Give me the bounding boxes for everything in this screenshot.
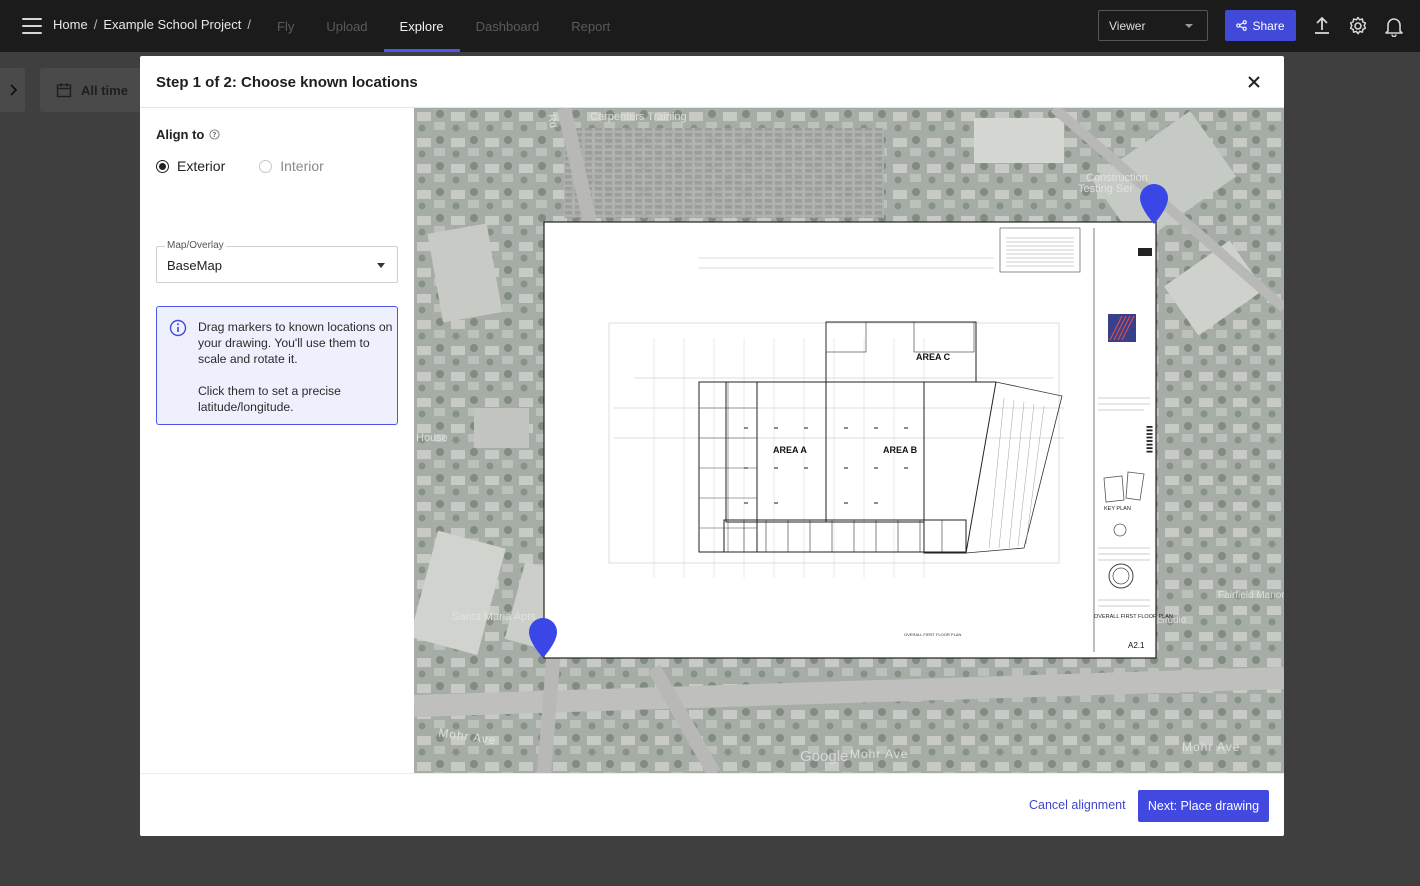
tab-report[interactable]: Report [555,0,626,52]
align-radio-group: Exterior Interior [156,158,324,174]
exterior-label: Exterior [177,158,226,174]
breadcrumb-separator: / [247,17,251,32]
area-b-label: AREA B [883,445,918,455]
viewer-select-value: Viewer [1109,18,1146,33]
exterior-radio[interactable]: Exterior [156,158,225,174]
instruction-drag: Drag markers to known locations on your … [198,320,393,366]
interior-label: Interior [280,158,324,174]
menu-icon[interactable] [22,17,42,35]
instruction-callout: Drag markers to known locations on your … [156,306,398,425]
satellite-map[interactable]: Rd Carpenters Training Construction Test… [414,108,1284,773]
title-stamp [1108,314,1136,342]
breadcrumb-home[interactable]: Home [53,17,88,32]
tab-fly[interactable]: Fly [261,0,310,52]
gear-icon[interactable] [1347,15,1369,37]
breadcrumb: Home / Example School Project / [53,17,251,32]
cancel-alignment-button[interactable]: Cancel alignment [1029,798,1126,812]
next-place-drawing-button[interactable]: Next: Place drawing [1138,790,1269,822]
radio-indicator [259,159,273,173]
dialog-title: Step 1 of 2: Choose known locations [156,74,418,91]
map-overlay-label: Map/Overlay [165,240,226,251]
vertical-title: ▌▌▌▌▌▌▌▌ [1146,426,1153,454]
sheet-title: OVERALL FIRST FLOOR PLAN [1094,614,1173,620]
dialog-header: Step 1 of 2: Choose known locations [140,56,1284,108]
alignment-options-panel: Align to ? Exterior Interior Map/Overlay… [140,108,414,773]
date-filter-label: All time [81,82,128,98]
breadcrumb-project[interactable]: Example School Project [103,17,241,32]
expand-sidebar-button[interactable] [0,68,25,112]
date-filter-button[interactable]: All time [40,68,150,112]
breadcrumb-separator: / [93,17,98,32]
bell-icon[interactable] [1383,15,1405,37]
sheet-number: A2.1 [1128,641,1145,650]
area-a-label: AREA A [773,445,807,455]
tab-upload[interactable]: Upload [310,0,383,52]
top-navigation-bar: Home / Example School Project / Fly Uplo… [0,0,1420,52]
alignment-dialog: Step 1 of 2: Choose known locations Alig… [140,56,1284,836]
map-canvas[interactable]: Rd Carpenters Training Construction Test… [414,108,1284,773]
radio-indicator [156,159,169,173]
svg-text:?: ? [213,131,217,139]
upload-icon[interactable] [1311,15,1333,37]
tab-dashboard[interactable]: Dashboard [460,0,556,52]
instruction-text: Drag markers to known locations on your … [198,319,394,415]
logo-block [1138,248,1152,256]
share-button[interactable]: Share [1225,10,1296,41]
help-icon[interactable]: ? [209,129,220,140]
align-to-label: Align to ? [156,127,220,142]
share-icon [1236,20,1248,31]
key-plan-label: KEY PLAN [1104,506,1131,512]
chevron-right-icon [9,84,17,96]
main-tabs: Fly Upload Explore Dashboard Report [261,0,626,52]
map-overlay-value: BaseMap [167,258,222,273]
area-c-label: AREA C [916,352,951,362]
drawing-sheet [543,221,1157,659]
chevron-down-icon [1185,24,1193,28]
share-label: Share [1252,18,1285,33]
calendar-icon [56,83,72,98]
align-to-text: Align to [156,127,205,142]
close-icon[interactable] [1244,72,1264,92]
chevron-down-icon [377,263,385,268]
instruction-click: Click them to set a precise latitude/lon… [198,384,341,414]
viewer-select[interactable]: Viewer [1098,10,1208,41]
dialog-footer: Cancel alignment Next: Place drawing [140,773,1284,836]
map-overlay-select[interactable]: Map/Overlay BaseMap [156,240,398,283]
info-icon [169,319,187,337]
interior-radio[interactable]: Interior [259,158,324,174]
floor-plan-drawing[interactable]: KEY PLAN OVERALL FIRST FLOOR PLAN A2.1 ▌… [543,221,1173,659]
tab-explore[interactable]: Explore [383,0,460,52]
plan-caption: OVERALL FIRST FLOOR PLAN [904,632,961,637]
